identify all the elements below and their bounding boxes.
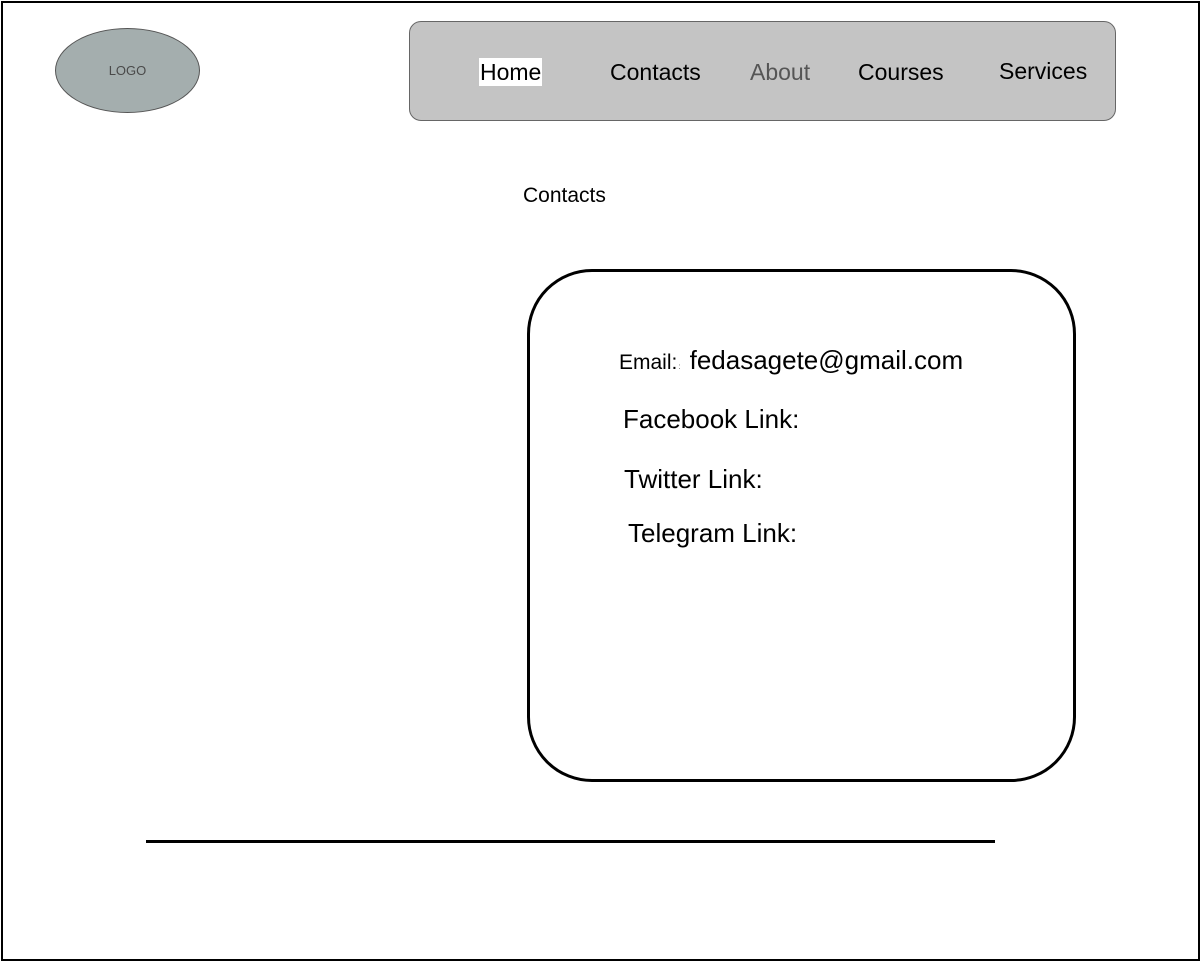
- facebook-link[interactable]: Facebook Link:: [623, 404, 799, 435]
- logo-label: LOGO: [108, 63, 147, 78]
- contact-card: Email: : fedasagete@gmail.com Facebook L…: [527, 269, 1076, 782]
- nav-courses-link[interactable]: Courses: [858, 58, 944, 86]
- email-label: Email:: [619, 351, 678, 374]
- nav-about-link[interactable]: About: [750, 58, 810, 86]
- nav-services-link[interactable]: Services: [999, 57, 1087, 85]
- logo[interactable]: LOGO: [55, 28, 200, 113]
- top-navbar: Home Contacts About Courses Services: [409, 21, 1116, 121]
- nav-home-link[interactable]: Home: [479, 58, 543, 86]
- page-title: Contacts: [523, 184, 606, 207]
- nav-contacts-link[interactable]: Contacts: [610, 58, 701, 86]
- email-separator: :: [678, 362, 681, 371]
- telegram-link[interactable]: Telegram Link:: [628, 518, 797, 549]
- email-value[interactable]: fedasagete@gmail.com: [690, 345, 964, 376]
- footer-divider: [146, 840, 995, 843]
- email-row: Email: : fedasagete@gmail.com: [619, 345, 963, 376]
- twitter-link[interactable]: Twitter Link:: [624, 464, 763, 495]
